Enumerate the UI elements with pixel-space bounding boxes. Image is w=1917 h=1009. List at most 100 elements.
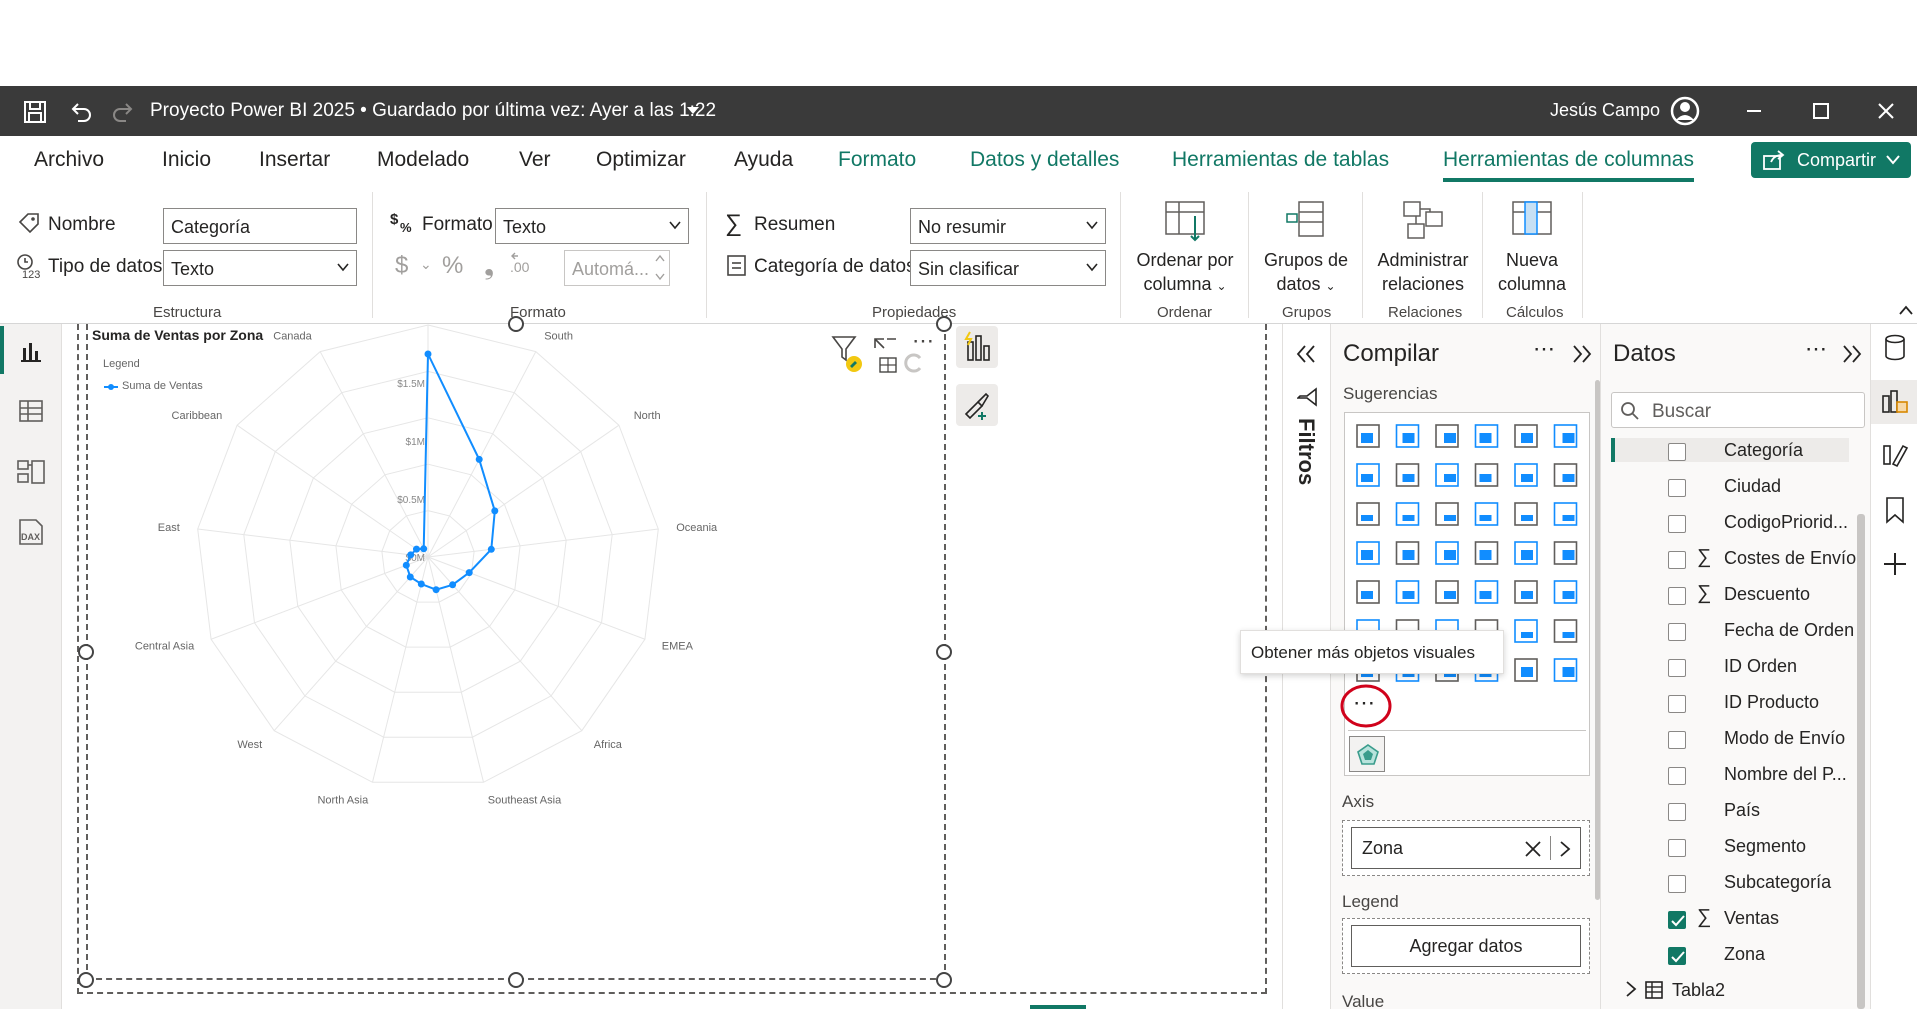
more-options-icon[interactable]: ⋯ <box>1805 336 1827 362</box>
field-item[interactable]: Ventas <box>1724 908 1779 929</box>
undo-icon[interactable] <box>68 99 94 125</box>
visual-type-icon[interactable] <box>1435 580 1459 604</box>
close-icon[interactable] <box>1877 102 1895 120</box>
field-checkbox[interactable] <box>1668 443 1686 461</box>
get-more-visuals-button[interactable]: ⋯ <box>1353 690 1377 716</box>
nombre-input[interactable]: Categoría <box>163 208 357 244</box>
field-checkbox[interactable] <box>1668 695 1686 713</box>
tab-ver[interactable]: Ver <box>519 148 551 172</box>
remove-field-icon[interactable] <box>1524 840 1542 858</box>
visual-type-icon[interactable] <box>1514 580 1538 604</box>
tab-ayuda[interactable]: Ayuda <box>734 148 793 172</box>
resumen-select[interactable]: No resumir <box>910 208 1106 244</box>
field-item[interactable]: Modo de Envío <box>1724 728 1845 749</box>
resize-handle[interactable] <box>508 972 524 988</box>
legend-well[interactable]: Agregar datos <box>1342 918 1590 974</box>
field-item[interactable]: País <box>1724 800 1760 821</box>
field-checkbox[interactable] <box>1668 731 1686 749</box>
currency-icon[interactable]: $ <box>395 252 408 280</box>
categoria-datos-select[interactable]: Sin clasificar <box>910 250 1106 286</box>
visual-type-icon[interactable] <box>1356 463 1380 487</box>
ordenar-por-columna-button[interactable]: Ordenar por columna ⌄ <box>1130 198 1240 298</box>
tab-inicio[interactable]: Inicio <box>162 148 211 172</box>
field-item[interactable]: Zona <box>1724 944 1765 965</box>
visual-type-icon[interactable] <box>1553 424 1578 448</box>
filter-icon[interactable] <box>830 334 866 376</box>
tab-datos-y-detalles[interactable]: Datos y detalles <box>970 148 1119 172</box>
administrar-relaciones-button[interactable]: Administrar relaciones <box>1370 198 1476 296</box>
field-checkbox[interactable] <box>1668 515 1686 533</box>
field-checkbox[interactable] <box>1668 659 1686 677</box>
maximize-icon[interactable] <box>1812 102 1830 120</box>
visual-type-icon[interactable] <box>1395 463 1420 487</box>
field-checkbox[interactable] <box>1668 839 1686 857</box>
formato-select[interactable]: Texto <box>495 208 689 244</box>
more-options-icon[interactable]: ⋯ <box>1533 336 1555 362</box>
more-options-icon[interactable]: ⋯ <box>912 328 934 354</box>
visual-type-icon[interactable] <box>1514 619 1538 643</box>
visual-type-icon[interactable] <box>1553 463 1578 487</box>
visual-type-icon[interactable] <box>1435 541 1459 565</box>
collapse-ribbon-icon[interactable] <box>1898 304 1914 316</box>
tab-optimizar[interactable]: Optimizar <box>596 148 686 172</box>
visual-type-icon[interactable] <box>1395 424 1420 448</box>
field-checkbox[interactable] <box>1668 623 1686 641</box>
resize-handle[interactable] <box>936 316 952 332</box>
add-pane-icon[interactable] <box>1883 552 1907 576</box>
chevron-right-icon[interactable] <box>1624 980 1638 998</box>
data-pane-scrollbar[interactable] <box>1857 514 1865 1009</box>
collapse-pane-icon[interactable] <box>1571 344 1593 364</box>
field-checkbox[interactable] <box>1668 911 1686 929</box>
table-view-icon[interactable] <box>18 398 44 424</box>
field-item[interactable]: Ciudad <box>1724 476 1781 497</box>
visual-type-icon[interactable] <box>1553 619 1578 643</box>
decimal-icon[interactable]: .00 <box>508 252 538 278</box>
visual-type-icon[interactable] <box>1474 580 1499 604</box>
tab-insertar[interactable]: Insertar <box>259 148 330 172</box>
drill-icon[interactable] <box>902 352 924 374</box>
collapse-pane-icon[interactable] <box>1841 344 1863 364</box>
nueva-columna-button[interactable]: Nueva columna <box>1488 198 1576 296</box>
visual-type-icon[interactable] <box>1514 541 1538 565</box>
visual-type-icon[interactable] <box>1553 541 1578 565</box>
field-item[interactable]: CodigoPriorid... <box>1724 512 1848 533</box>
tab-formato[interactable]: Formato <box>838 148 916 172</box>
spinner-icon[interactable] <box>654 252 666 284</box>
search-box[interactable]: Buscar <box>1611 392 1865 428</box>
tab-herramientas-de-columnas[interactable]: Herramientas de columnas <box>1443 148 1694 182</box>
field-checkbox[interactable] <box>1668 479 1686 497</box>
field-checkbox[interactable] <box>1668 587 1686 605</box>
field-item[interactable]: Fecha de Orden <box>1724 620 1854 641</box>
field-item[interactable]: Segmento <box>1724 836 1806 857</box>
field-item[interactable]: ID Orden <box>1724 656 1797 677</box>
resize-handle[interactable] <box>78 644 94 660</box>
percent-icon[interactable]: % <box>442 252 463 280</box>
tab-herramientas-de-tablas[interactable]: Herramientas de tablas <box>1172 148 1389 172</box>
field-checkbox[interactable] <box>1668 947 1686 965</box>
document-title[interactable]: Proyecto Power BI 2025 • Guardado por úl… <box>150 100 716 122</box>
visual-type-icon[interactable] <box>1553 580 1578 604</box>
field-item[interactable]: Costes de Envío <box>1724 548 1856 569</box>
resize-handle[interactable] <box>936 644 952 660</box>
field-item[interactable]: Subcategoría <box>1724 872 1831 893</box>
visual-type-icon[interactable] <box>1474 541 1499 565</box>
field-checkbox[interactable] <box>1668 875 1686 893</box>
axis-well[interactable]: Zona <box>1342 820 1590 876</box>
visual-type-icon[interactable] <box>1514 463 1538 487</box>
data-pane-icon[interactable] <box>1883 334 1907 362</box>
field-item[interactable]: ID Producto <box>1724 692 1819 713</box>
radar-chart-visual[interactable]: CentralSouthNorthOceaniaEMEAAfricaSouthe… <box>86 324 946 980</box>
chevron-down-icon[interactable]: ⌄ <box>420 256 432 273</box>
report-view-icon[interactable] <box>18 338 44 364</box>
radar-visual-selected[interactable] <box>1349 736 1385 772</box>
page-tab-indicator[interactable] <box>1030 1005 1086 1009</box>
field-checkbox[interactable] <box>1668 803 1686 821</box>
format-visual-button[interactable] <box>956 326 998 368</box>
resize-handle[interactable] <box>936 972 952 988</box>
field-item[interactable]: Nombre del P... <box>1724 764 1847 785</box>
visual-type-icon[interactable] <box>1553 658 1578 682</box>
save-icon[interactable] <box>22 99 48 125</box>
legend-item[interactable]: Suma de Ventas <box>122 380 203 392</box>
resize-handle[interactable] <box>508 316 524 332</box>
visual-type-icon[interactable] <box>1514 424 1538 448</box>
